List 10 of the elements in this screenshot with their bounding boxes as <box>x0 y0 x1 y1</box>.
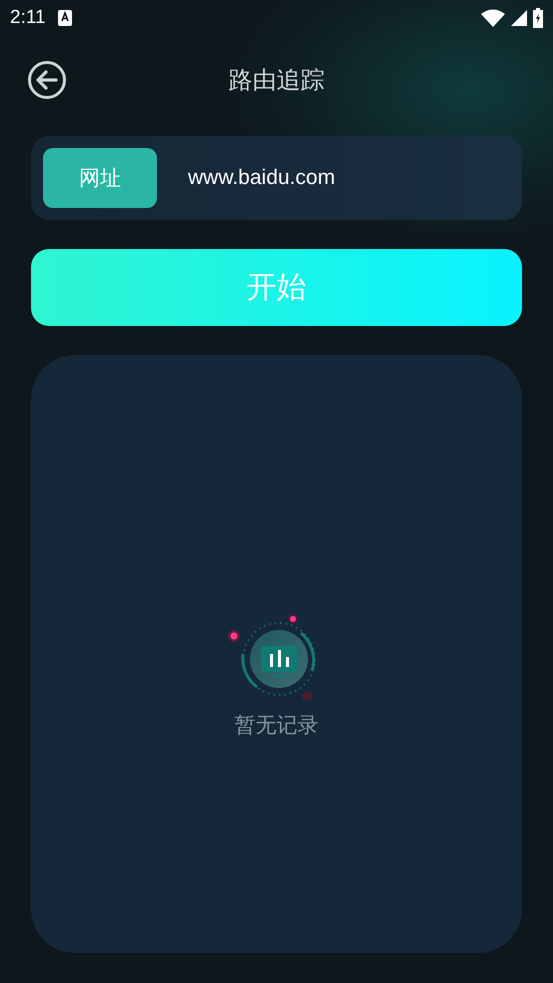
status-time: 2:11 <box>10 7 46 29</box>
url-label: 网址 <box>43 148 157 208</box>
page-title: 路由追踪 <box>228 65 324 96</box>
signal-icon <box>511 10 527 26</box>
empty-message: 暂无记录 <box>234 712 318 739</box>
wifi-icon <box>481 9 505 27</box>
battery-icon <box>533 8 543 28</box>
back-button[interactable] <box>27 60 67 100</box>
notification-icon <box>58 10 72 26</box>
url-input[interactable]: www.baidu.com <box>188 162 510 194</box>
